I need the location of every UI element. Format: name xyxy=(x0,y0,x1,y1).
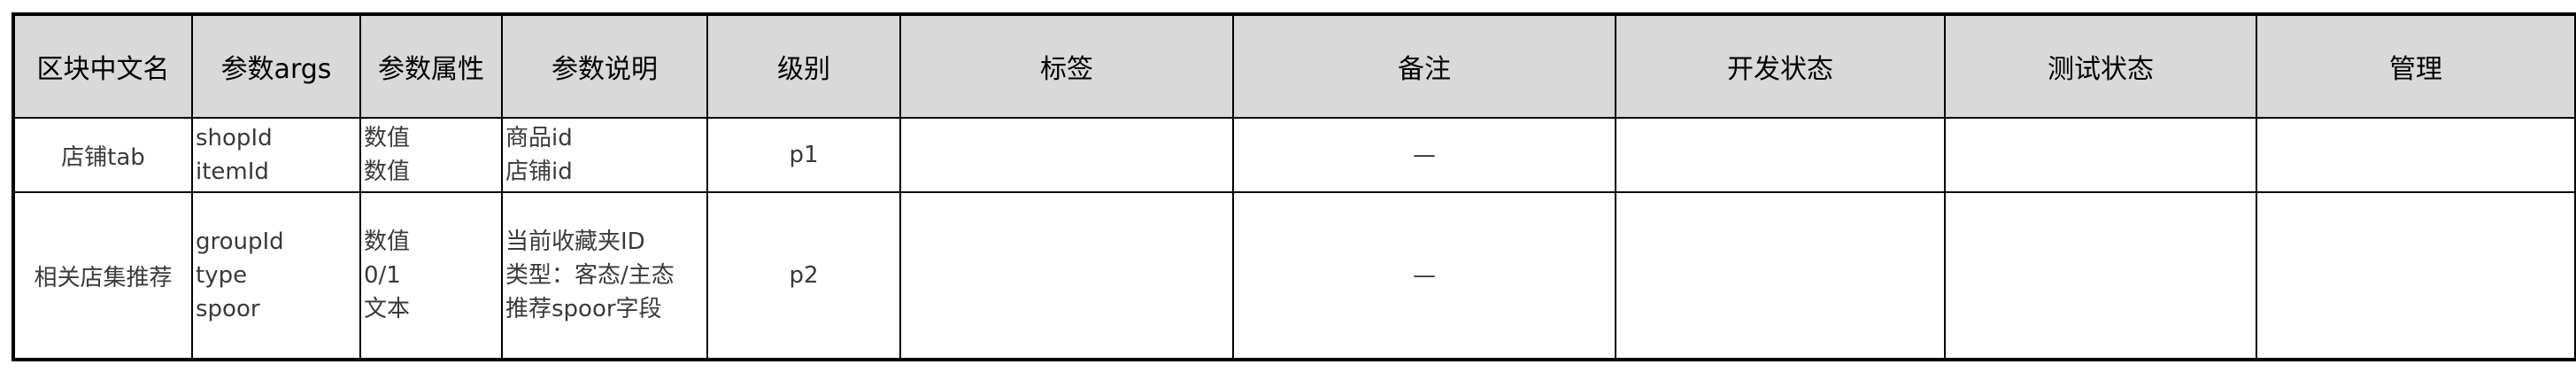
cell-args[interactable]: groupId type spoor xyxy=(191,191,361,360)
attr-item: 数值 xyxy=(364,125,411,151)
attr-item: 文本 xyxy=(364,296,411,322)
cell-tags[interactable] xyxy=(899,117,1234,193)
attr-item: 数值 xyxy=(364,229,411,255)
cell-dev-status[interactable] xyxy=(1615,191,1946,360)
arg-item: spoor xyxy=(196,296,260,322)
cell-manage[interactable] xyxy=(2256,191,2576,360)
table-row: 相关店集推荐 groupId type spoor 数值 0/1 文本 当前收藏… xyxy=(12,191,2576,360)
header-attrs[interactable]: 参数属性 xyxy=(359,13,503,119)
arg-item: shopId xyxy=(196,125,273,151)
desc-item: 类型：客态/主态 xyxy=(505,262,675,289)
attr-item: 0/1 xyxy=(364,262,401,289)
cell-attrs[interactable]: 数值 数值 xyxy=(359,117,503,193)
header-row: 区块中文名 参数args 参数属性 参数说明 级别 标签 备注 开发状态 测试状… xyxy=(12,13,2576,119)
header-args[interactable]: 参数args xyxy=(191,13,361,119)
arg-item: groupId xyxy=(196,229,284,255)
desc-item: 当前收藏夹ID xyxy=(505,229,645,255)
cell-remark[interactable]: — xyxy=(1232,117,1616,193)
header-manage[interactable]: 管理 xyxy=(2256,13,2576,119)
table-row: 店铺tab shopId itemId 数值 数值 商品id 店铺id p1 — xyxy=(12,117,2576,193)
attr-item: 数值 xyxy=(364,159,411,185)
desc-item: 店铺id xyxy=(505,159,573,185)
cell-block-name[interactable]: 店铺tab xyxy=(12,117,193,193)
header-tags[interactable]: 标签 xyxy=(899,13,1234,119)
desc-item: 推荐spoor字段 xyxy=(505,296,662,322)
header-desc[interactable]: 参数说明 xyxy=(501,13,708,119)
header-block-name[interactable]: 区块中文名 xyxy=(12,13,193,119)
cell-desc[interactable]: 当前收藏夹ID 类型：客态/主态 推荐spoor字段 xyxy=(501,191,708,360)
cell-test-status[interactable] xyxy=(1944,191,2257,360)
cell-manage[interactable] xyxy=(2256,117,2576,193)
cell-remark[interactable]: — xyxy=(1232,191,1616,360)
header-level[interactable]: 级别 xyxy=(706,13,901,119)
cell-level[interactable]: p1 xyxy=(706,117,901,193)
cell-level[interactable]: p2 xyxy=(706,191,901,360)
header-remark[interactable]: 备注 xyxy=(1232,13,1616,119)
header-test-status[interactable]: 测试状态 xyxy=(1944,13,2257,119)
cell-dev-status[interactable] xyxy=(1615,117,1946,193)
cell-tags[interactable] xyxy=(899,191,1234,360)
cell-args[interactable]: shopId itemId xyxy=(191,117,361,193)
cell-attrs[interactable]: 数值 0/1 文本 xyxy=(359,191,503,360)
header-dev-status[interactable]: 开发状态 xyxy=(1615,13,1946,119)
cell-desc[interactable]: 商品id 店铺id xyxy=(501,117,708,193)
cell-test-status[interactable] xyxy=(1944,117,2257,193)
arg-item: itemId xyxy=(196,159,269,185)
spreadsheet-table: 区块中文名 参数args 参数属性 参数说明 级别 标签 备注 开发状态 测试状… xyxy=(12,12,2576,361)
cell-block-name[interactable]: 相关店集推荐 xyxy=(12,191,193,360)
desc-item: 商品id xyxy=(505,125,573,151)
arg-item: type xyxy=(196,262,248,289)
